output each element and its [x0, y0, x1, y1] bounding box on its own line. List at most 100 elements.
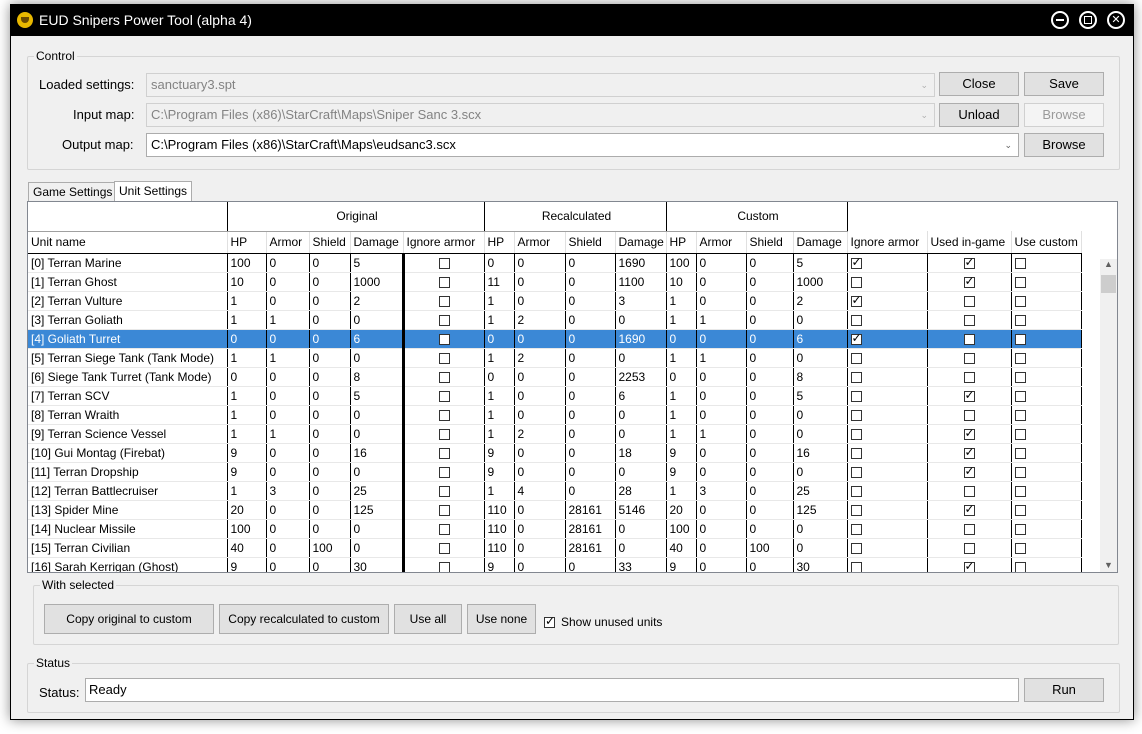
- grid-cell[interactable]: [2] Terran Vulture: [28, 291, 228, 311]
- grid-cell[interactable]: [14] Nuclear Missile: [28, 519, 228, 539]
- grid-cell[interactable]: [16] Sarah Kerrigan (Ghost): [28, 557, 228, 572]
- grid-cell[interactable]: 25: [793, 481, 848, 501]
- grid-checkbox[interactable]: [438, 466, 450, 478]
- grid-checkbox[interactable]: [1014, 314, 1026, 326]
- grid-checkbox-cell[interactable]: [847, 348, 928, 368]
- grid-cell[interactable]: 5: [350, 253, 405, 273]
- grid-checkbox-cell[interactable]: [1011, 519, 1082, 539]
- grid-checkbox-cell[interactable]: [403, 538, 485, 558]
- grid-cell[interactable]: 1: [227, 348, 267, 368]
- grid-cell[interactable]: 0: [746, 329, 794, 349]
- grid-checkbox-cell[interactable]: [403, 462, 485, 482]
- save-button[interactable]: Save: [1024, 72, 1104, 96]
- grid-cell[interactable]: 0: [746, 500, 794, 520]
- grid-checkbox-cell[interactable]: [403, 348, 485, 368]
- grid-cell[interactable]: 0: [793, 538, 848, 558]
- grid-cell[interactable]: 9: [227, 557, 267, 572]
- grid-checkbox[interactable]: [850, 293, 862, 307]
- tab-unit-settings[interactable]: Unit Settings: [114, 181, 193, 203]
- grid-cell[interactable]: [7] Terran SCV: [28, 386, 228, 406]
- grid-cell[interactable]: 0: [514, 538, 566, 558]
- grid-cell[interactable]: 1: [666, 405, 697, 425]
- grid-cell[interactable]: 1: [666, 481, 697, 501]
- grid-cell[interactable]: 0: [350, 519, 405, 539]
- grid-cell[interactable]: 0: [266, 519, 310, 539]
- grid-cell[interactable]: 1: [227, 386, 267, 406]
- grid-checkbox-cell[interactable]: [1011, 272, 1082, 292]
- unit-settings-grid[interactable]: Original Recalculated Custom Unit name HP…: [27, 201, 1118, 573]
- grid-cell[interactable]: 1000: [793, 272, 848, 292]
- grid-cell[interactable]: 3: [696, 481, 747, 501]
- grid-cell[interactable]: 0: [615, 310, 667, 330]
- grid-checkbox-cell[interactable]: [403, 557, 485, 572]
- input-map-combo[interactable]: C:\Program Files (x86)\StarCraft\Maps\Sn…: [146, 103, 935, 127]
- grid-checkbox[interactable]: [963, 426, 975, 440]
- grid-checkbox[interactable]: [438, 542, 450, 554]
- grid-cell[interactable]: 1100: [615, 272, 667, 292]
- grid-cell[interactable]: 0: [309, 405, 351, 425]
- grid-checkbox[interactable]: [963, 333, 975, 345]
- grid-checkbox-cell[interactable]: [1011, 367, 1082, 387]
- grid-cell[interactable]: 0: [514, 291, 566, 311]
- grid-checkbox-cell[interactable]: [847, 443, 928, 463]
- grid-checkbox[interactable]: [850, 371, 862, 383]
- grid-cell[interactable]: 0: [309, 500, 351, 520]
- grid-cell[interactable]: 0: [227, 367, 267, 387]
- grid-cell[interactable]: 100: [227, 253, 267, 273]
- grid-checkbox-cell[interactable]: [927, 405, 1012, 425]
- grid-checkbox[interactable]: [963, 371, 975, 383]
- grid-checkbox[interactable]: [850, 314, 862, 326]
- column-header[interactable]: Armor: [514, 231, 566, 254]
- grid-cell[interactable]: [1] Terran Ghost: [28, 272, 228, 292]
- grid-checkbox-cell[interactable]: [927, 443, 1012, 463]
- grid-checkbox-cell[interactable]: [403, 253, 485, 273]
- column-header[interactable]: Use custom: [1011, 231, 1082, 254]
- grid-checkbox[interactable]: [1014, 371, 1026, 383]
- column-header[interactable]: Shield: [746, 231, 794, 254]
- grid-cell[interactable]: [8] Terran Wraith: [28, 405, 228, 425]
- column-header[interactable]: HP: [666, 231, 697, 254]
- table-row[interactable]: [13] Spider Mine 20 0 0 125 110 0 28161 5146 20 0 0…: [28, 500, 1082, 520]
- grid-cell[interactable]: 40: [227, 538, 267, 558]
- copy-recalculated-button[interactable]: Copy recalculated to custom: [219, 604, 389, 634]
- grid-cell[interactable]: 100: [309, 538, 351, 558]
- grid-cell[interactable]: 0: [746, 291, 794, 311]
- column-header[interactable]: Damage: [350, 231, 404, 254]
- grid-checkbox-cell[interactable]: [927, 557, 1012, 572]
- tab-game-settings[interactable]: Game Settings: [28, 182, 118, 202]
- grid-cell[interactable]: 1690: [615, 329, 667, 349]
- grid-cell[interactable]: 0: [696, 291, 747, 311]
- grid-cell[interactable]: 100: [666, 519, 697, 539]
- grid-checkbox-cell[interactable]: [847, 405, 928, 425]
- grid-cell[interactable]: 0: [309, 462, 351, 482]
- loaded-settings-combo[interactable]: sanctuary3.spt ⌄: [146, 73, 935, 97]
- grid-cell[interactable]: 0: [309, 272, 351, 292]
- grid-cell[interactable]: 0: [615, 405, 667, 425]
- grid-checkbox-cell[interactable]: [927, 424, 1012, 444]
- grid-cell[interactable]: 0: [793, 424, 848, 444]
- grid-cell[interactable]: 0: [514, 443, 566, 463]
- grid-cell[interactable]: 0: [266, 291, 310, 311]
- grid-cell[interactable]: 0: [350, 348, 405, 368]
- grid-checkbox[interactable]: [1014, 276, 1026, 288]
- grid-cell[interactable]: [10] Gui Montag (Firebat): [28, 443, 228, 463]
- grid-cell[interactable]: 0: [793, 405, 848, 425]
- table-row[interactable]: [15] Terran Civilian 40 0 100 0 110 0 28161 0 40 0…: [28, 538, 1082, 558]
- column-header[interactable]: Shield: [309, 231, 351, 254]
- grid-checkbox-cell[interactable]: [403, 329, 485, 349]
- grid-cell[interactable]: 1: [227, 405, 267, 425]
- grid-cell[interactable]: [6] Siege Tank Turret (Tank Mode): [28, 367, 228, 387]
- grid-cell[interactable]: 0: [309, 329, 351, 349]
- grid-cell[interactable]: 0: [565, 291, 616, 311]
- grid-checkbox[interactable]: [963, 352, 975, 364]
- grid-cell[interactable]: 33: [615, 557, 667, 572]
- grid-cell[interactable]: 20: [227, 500, 267, 520]
- output-map-combo[interactable]: C:\Program Files (x86)\StarCraft\Maps\eu…: [146, 133, 1019, 157]
- grid-cell[interactable]: 1: [696, 310, 747, 330]
- grid-cell[interactable]: 0: [266, 557, 310, 572]
- grid-cell[interactable]: [5] Terran Siege Tank (Tank Mode): [28, 348, 228, 368]
- grid-cell[interactable]: 9: [484, 462, 515, 482]
- grid-cell[interactable]: 9: [484, 443, 515, 463]
- column-header[interactable]: Ignore armor: [847, 231, 928, 254]
- table-row[interactable]: [10] Gui Montag (Firebat) 9 0 0 16 9 0 0 18 9 0 0 16: [28, 443, 1082, 463]
